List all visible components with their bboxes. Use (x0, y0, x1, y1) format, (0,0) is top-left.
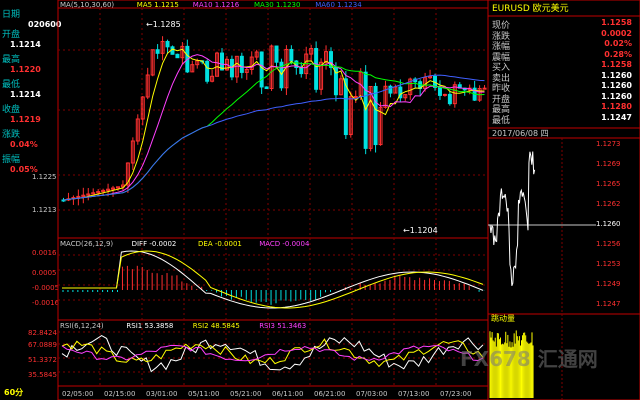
legend-item: DIFF -0.0002 (131, 240, 177, 248)
quote-row: 涨幅 0.02% (492, 39, 636, 52)
candle-body (239, 55, 244, 73)
candle-body (155, 49, 160, 54)
quote-value: 1.1280 (601, 102, 632, 111)
rsi-line (61, 338, 484, 368)
quote-value: 0.02% (604, 39, 632, 48)
quote-value: 1.1247 (601, 112, 632, 122)
quote-row: 最低 1.1247 (492, 112, 636, 126)
time-label: 05/11:00 (188, 390, 220, 398)
quote-row: 卖出 1.1260 (492, 70, 636, 84)
time-label: 07/13:00 (398, 390, 430, 398)
quote-row: 昨收 1.1260 (492, 81, 636, 94)
candle-body (264, 86, 269, 89)
legend-item: MA(5,10,30,60) (60, 1, 115, 9)
legend-item: MA60 1.1234 (315, 1, 362, 9)
candle-body (437, 86, 442, 96)
time-label: 06/21:00 (314, 390, 346, 398)
quote-value: 0.0002 (601, 28, 632, 38)
candle-body (274, 45, 279, 63)
candle-body (175, 53, 180, 59)
quote-value: 1.1260 (601, 81, 632, 90)
quote-row: 开盘 1.1260 (492, 91, 636, 105)
quote-value: 1.1258 (601, 18, 632, 27)
legend-item: RSI1 53.3858 (126, 322, 174, 330)
candle-body (373, 85, 378, 146)
candle-body (482, 87, 487, 90)
tick-price-label: 1.1273 (596, 140, 621, 148)
tick-price-label: 1.1262 (596, 200, 621, 208)
legend-item: MACD(26,12,9) (60, 240, 114, 248)
quote-value: 0.28% (604, 49, 632, 59)
candle-body (388, 85, 393, 94)
tick-price-label: 1.1260 (596, 220, 621, 228)
watermark-logo: FX678 汇通网 (460, 347, 598, 371)
time-label: 02/05:00 (62, 390, 94, 398)
quote-row: 涨跌 0.0002 (492, 28, 636, 42)
candle-body (205, 60, 210, 82)
candle-body (353, 96, 358, 99)
time-label: 02/15:00 (104, 390, 136, 398)
quote-row: 最高 1.1280 (492, 102, 636, 115)
quote-panel: EURUSD 欧元美元 现价 1.1258 涨跌 0.0002 涨幅 0.02% 震幅 0.2… (488, 0, 640, 400)
tick-price-label: 1.1265 (596, 180, 621, 188)
quote-value: 1.1260 (601, 91, 632, 101)
tick-price-label: 1.1249 (596, 280, 621, 288)
candlesticks (61, 36, 487, 206)
low-price-label: ←1.1204 (403, 226, 438, 235)
legend-item: RSI3 51.3463 (259, 322, 307, 330)
candle-body (229, 58, 234, 78)
high-price-label: ←1.1285 (146, 20, 181, 29)
candle-body (165, 40, 170, 48)
candle-body (289, 48, 294, 62)
rsi-pane (61, 335, 484, 373)
symbol-title: EURUSD 欧元美元 (492, 4, 569, 14)
tick-price-label: 1.1256 (596, 240, 621, 248)
tick-price-label: 1.1269 (596, 160, 621, 168)
legend-item: MA5 1.1215 (136, 1, 179, 9)
tick-price-label: 1.1247 (596, 300, 621, 308)
rsi-line (61, 335, 484, 373)
candle-body (314, 48, 319, 90)
candle-body (220, 52, 225, 71)
quote-value: 1.1260 (601, 70, 632, 80)
quote-row: 震幅 0.28% (492, 49, 636, 63)
time-label: 07/03:00 (356, 390, 388, 398)
legend-item: MA30 1.1230 (254, 1, 301, 9)
quote-key: 最低 (492, 115, 511, 126)
time-label: 03/01:00 (146, 390, 178, 398)
legend-item: MA10 1.1216 (192, 1, 240, 9)
quote-row: 买入 1.1258 (492, 60, 636, 73)
legend-item: RSI2 48.5845 (192, 322, 240, 330)
quote-value: 1.1258 (601, 60, 632, 69)
tick-date-label: 2017/06/08 四 (492, 129, 549, 138)
legend-item: DEA -0.0001 (198, 240, 242, 248)
time-label: 05/21:00 (230, 390, 262, 398)
quote-row: 现价 1.1258 (492, 18, 636, 31)
candle-body (259, 51, 264, 88)
macd-pane (62, 250, 485, 309)
candle-body (447, 93, 452, 105)
legend-item: MACD -0.0004 (259, 240, 310, 248)
time-label: 06/11:00 (272, 390, 304, 398)
tick-price-label: 1.1253 (596, 260, 621, 268)
legend-item: RSI(6,12,24) (60, 322, 104, 330)
volume-label: 跳动量 (491, 314, 515, 323)
time-label: 07/23:00 (440, 390, 472, 398)
